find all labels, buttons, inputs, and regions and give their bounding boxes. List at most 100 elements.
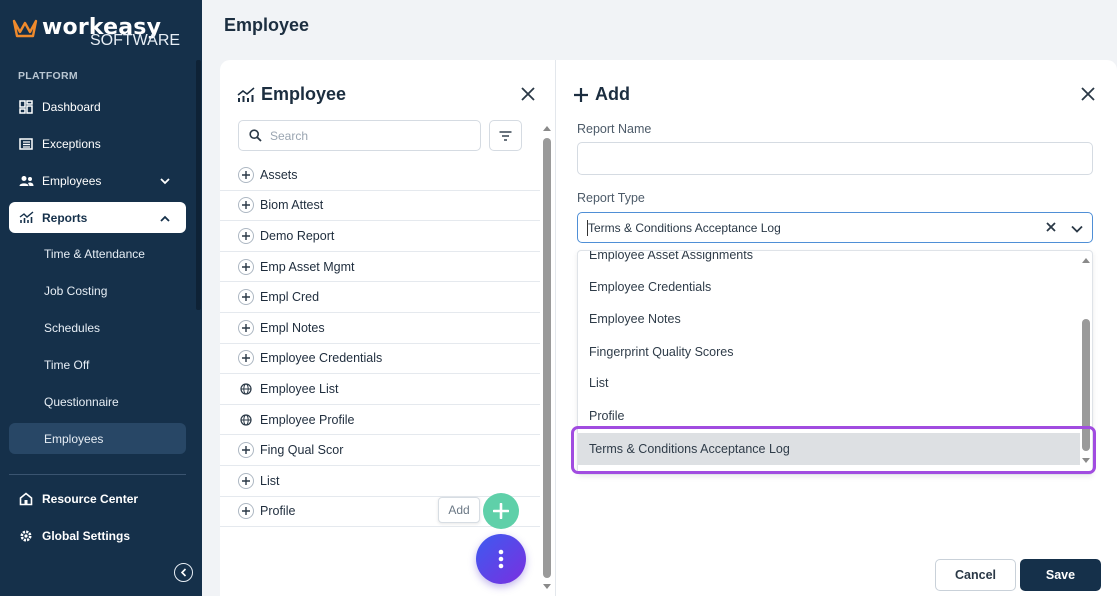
chart-icon: [18, 210, 34, 226]
close-icon: [1081, 87, 1095, 101]
plus-circle-icon: [238, 289, 254, 306]
dropdown-option[interactable]: Employee Credentials: [578, 271, 1080, 303]
dropdown-option[interactable]: List: [578, 367, 1080, 399]
sidebar-item-reports[interactable]: Reports: [9, 202, 186, 233]
dropdown-option[interactable]: Fingerprint Quality Scores: [578, 336, 1080, 368]
report-list-panel: Employee Assets Biom Attest Demo Report Emp…: [220, 60, 555, 596]
list-item[interactable]: Empl Cred: [220, 282, 540, 313]
brand-tagline: SOFTWARE: [90, 32, 181, 49]
scroll-up-arrow-icon[interactable]: [1081, 256, 1091, 264]
sidebar-subitem-questionnaire[interactable]: Questionnaire: [9, 386, 186, 417]
search-icon: [249, 129, 262, 142]
sidebar-divider: [9, 474, 186, 475]
list-item-label: Employee Credentials: [260, 351, 383, 366]
plus-icon: [493, 503, 509, 519]
list-scrollbar-thumb[interactable]: [543, 138, 551, 578]
sidebar-subitem-job-costing[interactable]: Job Costing: [9, 275, 186, 306]
chevron-down-icon: [160, 174, 170, 188]
right-panel-title: Add: [573, 84, 630, 105]
close-left-panel-button[interactable]: [519, 85, 537, 103]
right-panel-title-text: Add: [595, 84, 630, 104]
sidebar-item-label: Dashboard: [42, 99, 101, 114]
sidebar-item-resource-center[interactable]: Resource Center: [9, 483, 186, 514]
dropdown-toggle[interactable]: [1071, 222, 1083, 236]
sidebar-item-label: Employees: [42, 173, 102, 188]
sidebar-item-employees[interactable]: Employees: [9, 165, 186, 196]
sidebar-item-exceptions[interactable]: Exceptions: [9, 128, 186, 159]
plus-circle-icon: [238, 350, 254, 367]
scroll-down-arrow-icon: [543, 584, 551, 589]
list-item[interactable]: Assets: [220, 160, 540, 191]
list-item-label: Assets: [260, 167, 298, 182]
list-item-label: Employee Profile: [260, 412, 355, 427]
search-input[interactable]: [270, 128, 460, 143]
save-button[interactable]: Save: [1020, 559, 1101, 591]
list-item[interactable]: Empl Notes: [220, 313, 540, 344]
plus-circle-icon: [238, 472, 254, 489]
report-type-value: Terms & Conditions Acceptance Log: [588, 220, 781, 235]
report-type-select[interactable]: Terms & Conditions Acceptance Log: [577, 212, 1093, 243]
left-panel-title: Employee: [237, 84, 346, 105]
list-item-label: Emp Asset Mgmt: [260, 259, 355, 274]
list-item-label: Empl Cred: [260, 290, 320, 305]
section-label-platform: PLATFORM: [18, 70, 78, 82]
list-item[interactable]: List: [220, 466, 540, 497]
left-panel-title-text: Employee: [261, 84, 347, 104]
search-box[interactable]: [238, 120, 481, 151]
report-name-input[interactable]: [577, 142, 1093, 175]
close-add-panel-button[interactable]: [1079, 85, 1097, 103]
dashboard-icon: [18, 99, 34, 115]
list-item-label: Employee List: [260, 381, 339, 396]
list-item[interactable]: Employee List: [220, 374, 540, 405]
sidebar-item-label: Exceptions: [42, 136, 101, 151]
list-item-label: List: [260, 473, 280, 488]
scroll-up-arrow-icon: [543, 126, 551, 131]
list-item[interactable]: Employee Credentials: [220, 344, 540, 375]
more-vertical-icon: [498, 549, 504, 569]
sidebar-item-label: Global Settings: [42, 528, 131, 543]
chevron-up-icon: [160, 211, 170, 225]
sidebar-subitem-time-attendance[interactable]: Time & Attendance: [9, 238, 186, 269]
report-list: Assets Biom Attest Demo Report Emp Asset Mg…: [220, 160, 540, 528]
list-item[interactable]: Fing Qual Scor: [220, 435, 540, 466]
sidebar-subitem-time-off[interactable]: Time Off: [9, 349, 186, 380]
list-item[interactable]: Employee Profile: [220, 405, 540, 436]
sidebar-item-global-settings[interactable]: Global Settings: [9, 520, 186, 551]
list-item-label: Empl Notes: [260, 320, 325, 335]
list-item[interactable]: Emp Asset Mgmt: [220, 252, 540, 283]
add-tooltip: Add: [438, 497, 480, 523]
gear-icon: [18, 528, 34, 544]
plus-icon: [574, 87, 588, 102]
list-icon: [18, 136, 34, 152]
list-item[interactable]: Demo Report: [220, 221, 540, 252]
sidebar-scrollbar[interactable]: [196, 60, 201, 310]
sidebar-item-dashboard[interactable]: Dashboard: [9, 91, 186, 122]
add-report-fab[interactable]: [483, 493, 519, 529]
plus-circle-icon: [238, 319, 254, 336]
sidebar-item-label: Reports: [42, 210, 88, 225]
more-actions-fab[interactable]: [476, 534, 526, 584]
plus-circle-icon: [238, 442, 254, 459]
globe-icon: [238, 381, 254, 397]
clear-selection-button[interactable]: [1046, 221, 1056, 235]
sidebar-subitem-schedules[interactable]: Schedules: [9, 312, 186, 343]
plus-circle-icon: [238, 166, 254, 183]
plus-circle-icon: [238, 227, 254, 244]
dropdown-option[interactable]: Employee Notes: [578, 303, 1080, 335]
chevron-left-icon: [180, 568, 186, 577]
list-item[interactable]: Biom Attest: [220, 191, 540, 222]
text-caret: [587, 220, 588, 236]
sidebar-item-label: Resource Center: [42, 491, 139, 506]
cancel-button[interactable]: Cancel: [935, 559, 1016, 591]
sidebar-subitem-employees[interactable]: Employees: [9, 423, 186, 454]
chevron-down-icon: [1071, 225, 1083, 233]
dropdown-option[interactable]: Employee Asset Assignments: [578, 251, 1080, 271]
people-icon: [18, 173, 34, 189]
list-item-label: Fing Qual Scor: [260, 443, 344, 458]
crown-logo-icon: [12, 19, 38, 38]
filter-button[interactable]: [489, 120, 522, 151]
plus-circle-icon: [238, 197, 254, 214]
plus-circle-icon: [238, 503, 254, 520]
filter-icon: [499, 130, 512, 141]
collapse-sidebar-button[interactable]: [174, 563, 193, 582]
